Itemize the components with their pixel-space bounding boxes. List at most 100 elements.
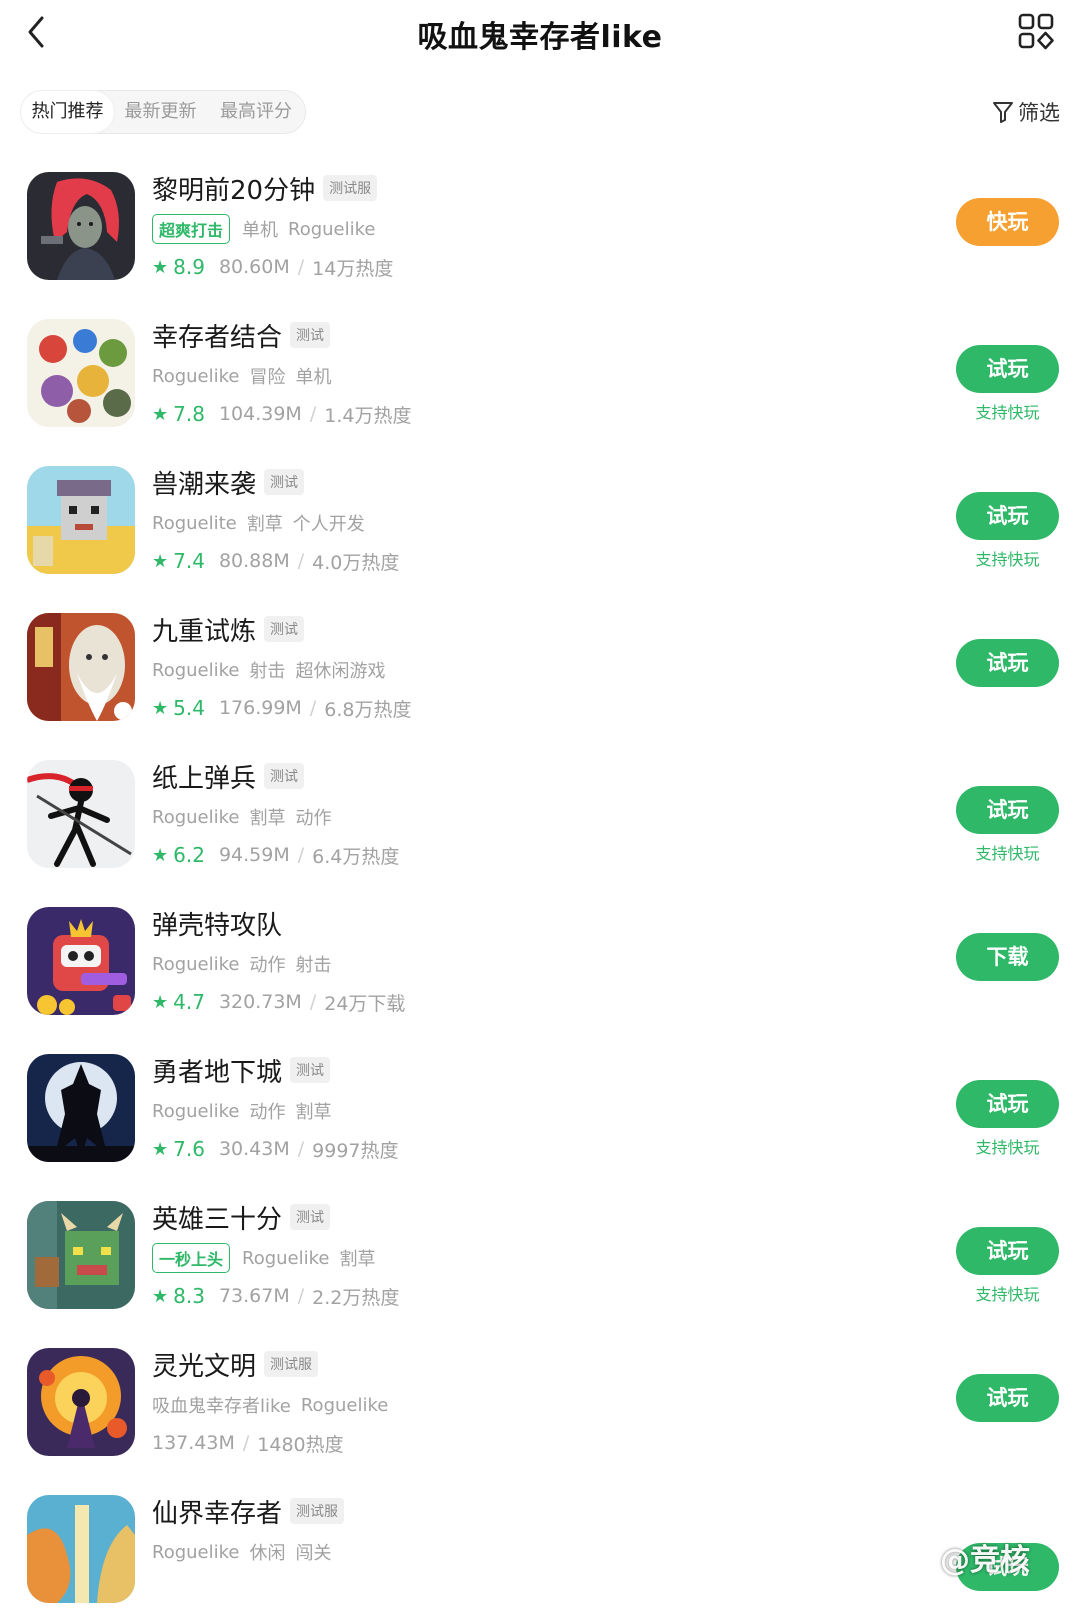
name-row: 幸存者结合 测试 bbox=[152, 317, 331, 353]
try-button[interactable]: 试玩 bbox=[956, 492, 1059, 540]
popularity: 2.2万热度 bbox=[312, 1286, 400, 1309]
grid-apps-icon bbox=[1018, 13, 1054, 50]
rating: 6.2 bbox=[173, 843, 205, 867]
game-name: 兽潮来袭 bbox=[152, 469, 257, 500]
game-list-item[interactable]: 弹壳特攻队 Roguelike 动作 射击 ★ 4.7 320.73M / 24… bbox=[0, 885, 1080, 1034]
test-badge: 测试 bbox=[264, 469, 305, 495]
tab-top-rated[interactable]: 最高评分 bbox=[207, 91, 305, 133]
separator: / bbox=[297, 844, 305, 866]
test-badge: 测试服 bbox=[323, 175, 378, 201]
quick-play-support-link[interactable]: 支持快玩 bbox=[956, 840, 1059, 864]
file-size: 176.99M bbox=[218, 697, 302, 719]
name-row: 灵光文明 测试服 bbox=[152, 1346, 319, 1382]
star-icon: ★ bbox=[152, 1138, 169, 1160]
highlight-tag: 超爽打击 bbox=[152, 214, 231, 244]
tag-row: Roguelike 动作 割草 bbox=[152, 1096, 341, 1126]
game-list-item[interactable]: 黎明前20分钟 测试服 超爽打击 单机 Roguelike ★ 8.9 80.6… bbox=[0, 150, 1080, 299]
quick-play-support-link[interactable]: 支持快玩 bbox=[956, 1281, 1059, 1305]
game-list-item[interactable]: 仙界幸存者 测试服 Roguelike 休闲 闯关 试玩 bbox=[0, 1473, 1080, 1622]
quick-play-support-link[interactable]: 支持快玩 bbox=[956, 1134, 1059, 1158]
meta-row: ★ 6.2 94.59M / 6.4万热度 bbox=[152, 840, 399, 870]
file-size: 104.39M bbox=[218, 403, 302, 425]
file-size: 137.43M bbox=[152, 1432, 235, 1454]
test-badge: 测试 bbox=[290, 1057, 331, 1083]
try-button[interactable]: 试玩 bbox=[956, 786, 1059, 834]
tag: 射击 bbox=[295, 955, 332, 976]
game-name: 仙界幸存者 bbox=[152, 1498, 283, 1529]
tab-hot[interactable]: 热门推荐 bbox=[21, 91, 114, 133]
test-badge: 测试服 bbox=[264, 1351, 319, 1377]
tag: 冒险 bbox=[249, 367, 286, 388]
name-row: 勇者地下城 测试 bbox=[152, 1052, 331, 1088]
meta-row: ★ 7.6 30.43M / 9997热度 bbox=[152, 1134, 399, 1164]
tag-row: Roguelike 动作 射击 bbox=[152, 949, 341, 979]
tag: 割草 bbox=[249, 808, 286, 829]
game-list-item[interactable]: 九重试炼 测试 Roguelike 射击 超休闲游戏 ★ 5.4 176.99M… bbox=[0, 591, 1080, 740]
meta-row: 137.43M / 1480热度 bbox=[152, 1428, 344, 1458]
popularity: 4.0万热度 bbox=[312, 551, 400, 574]
tag: 个人开发 bbox=[292, 514, 365, 535]
tag: Roguelite bbox=[152, 512, 237, 534]
tag: Roguelike bbox=[288, 218, 376, 240]
game-icon-hero-dungeon bbox=[27, 1054, 135, 1162]
try-button[interactable]: 试玩 bbox=[956, 639, 1059, 687]
tab-latest[interactable]: 最新更新 bbox=[114, 91, 207, 133]
quick-play-button[interactable]: 快玩 bbox=[956, 198, 1059, 246]
test-badge: 测试 bbox=[290, 322, 331, 348]
game-icon-beast-tide bbox=[27, 466, 135, 574]
tag: 单机 bbox=[242, 220, 279, 241]
rating: 8.9 bbox=[173, 255, 205, 279]
tag: 割草 bbox=[246, 514, 283, 535]
try-button[interactable]: 试玩 bbox=[956, 345, 1059, 393]
separator: / bbox=[297, 550, 305, 572]
meta-row: ★ 4.7 320.73M / 24万下载 bbox=[152, 987, 405, 1017]
star-icon: ★ bbox=[152, 550, 169, 572]
quick-play-support-link[interactable]: 支持快玩 bbox=[956, 546, 1059, 570]
tag: Roguelike bbox=[152, 806, 240, 828]
game-list-item[interactable]: 勇者地下城 测试 Roguelike 动作 割草 ★ 7.6 30.43M / … bbox=[0, 1032, 1080, 1181]
grid-view-button[interactable] bbox=[1017, 12, 1055, 50]
star-icon: ★ bbox=[152, 697, 169, 719]
game-icon-nine-trials bbox=[27, 613, 135, 721]
file-size: 80.60M bbox=[218, 256, 290, 278]
highlight-tag: 一秒上头 bbox=[152, 1243, 231, 1273]
name-row: 仙界幸存者 测试服 bbox=[152, 1493, 345, 1529]
game-list-item[interactable]: 英雄三十分 测试 一秒上头 Roguelike 割草 ★ 8.3 73.67M … bbox=[0, 1179, 1080, 1328]
game-list-item[interactable]: 灵光文明 测试服 吸血鬼幸存者like Roguelike 137.43M / … bbox=[0, 1326, 1080, 1475]
download-button[interactable]: 下载 bbox=[956, 933, 1059, 981]
tag: 动作 bbox=[295, 808, 332, 829]
game-name: 英雄三十分 bbox=[152, 1204, 283, 1235]
game-list-item[interactable]: 纸上弹兵 测试 Roguelike 割草 动作 ★ 6.2 94.59M / 6… bbox=[0, 738, 1080, 887]
game-icon-paper-soldier bbox=[27, 760, 135, 868]
filter-button[interactable]: 筛选 bbox=[992, 96, 1060, 128]
separator: / bbox=[309, 991, 317, 1013]
file-size: 94.59M bbox=[218, 844, 290, 866]
meta-row: ★ 7.4 80.88M / 4.0万热度 bbox=[152, 546, 399, 576]
test-badge: 测试 bbox=[264, 763, 305, 789]
popularity: 1480热度 bbox=[257, 1433, 344, 1456]
tag: 割草 bbox=[295, 1102, 332, 1123]
game-name: 弹壳特攻队 bbox=[152, 910, 283, 941]
game-name: 纸上弹兵 bbox=[152, 763, 257, 794]
try-button[interactable]: 试玩 bbox=[956, 1080, 1059, 1128]
tag: 动作 bbox=[249, 955, 286, 976]
tag-row: Roguelike 割草 动作 bbox=[152, 802, 341, 832]
try-button[interactable]: 试玩 bbox=[956, 1374, 1059, 1422]
popularity: 14万热度 bbox=[312, 257, 394, 280]
game-list-item[interactable]: 幸存者结合 测试 Roguelike 冒险 单机 ★ 7.8 104.39M /… bbox=[0, 297, 1080, 446]
tag-row: 吸血鬼幸存者like Roguelike bbox=[152, 1390, 398, 1420]
rating: 8.3 bbox=[173, 1284, 205, 1308]
try-button[interactable]: 试玩 bbox=[956, 1227, 1059, 1275]
game-list-item[interactable]: 兽潮来袭 测试 Roguelite 割草 个人开发 ★ 7.4 80.88M /… bbox=[0, 444, 1080, 593]
game-icon-immortal-survivor bbox=[27, 1495, 135, 1603]
name-row: 九重试炼 测试 bbox=[152, 611, 305, 647]
star-icon: ★ bbox=[152, 256, 169, 278]
tag-row: Roguelite 割草 个人开发 bbox=[152, 508, 375, 538]
tag-row: Roguelike 冒险 单机 bbox=[152, 361, 341, 391]
tag: Roguelike bbox=[242, 1247, 330, 1269]
separator: / bbox=[297, 1285, 305, 1307]
quick-play-support-link[interactable]: 支持快玩 bbox=[956, 399, 1059, 423]
star-icon: ★ bbox=[152, 844, 169, 866]
tag: 射击 bbox=[249, 661, 286, 682]
filter-label: 筛选 bbox=[1018, 101, 1060, 125]
